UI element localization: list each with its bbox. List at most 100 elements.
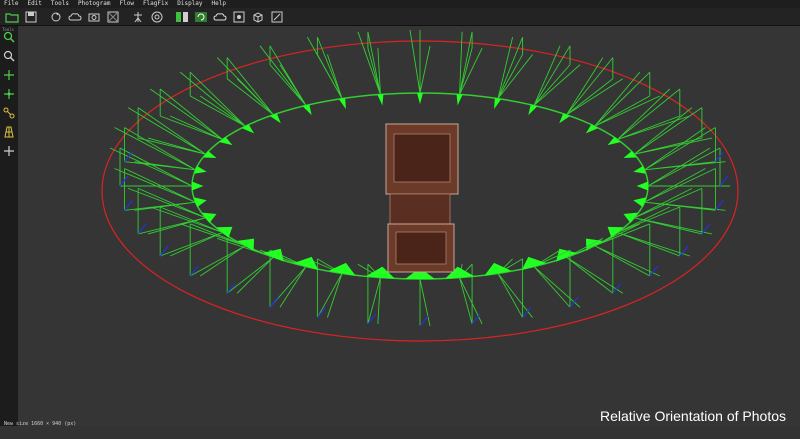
3d-viewport[interactable] — [18, 26, 800, 426]
camera-frustum — [114, 168, 196, 211]
camera-frame — [127, 187, 217, 235]
menu-file[interactable]: File — [4, 0, 18, 8]
camera-frustum — [179, 71, 246, 127]
grid-plane-button[interactable] — [1, 124, 17, 140]
camera-frustum — [259, 45, 307, 106]
camera-frame — [127, 107, 217, 159]
camera-frustum — [634, 187, 712, 235]
frame-button[interactable] — [105, 10, 121, 24]
align-button[interactable] — [174, 10, 190, 24]
save-button[interactable] — [23, 10, 39, 24]
move-button[interactable] — [1, 143, 17, 159]
move-icon — [4, 146, 14, 156]
camera-frustum — [149, 88, 223, 140]
main-toolbar — [0, 8, 800, 26]
export-cloud-icon — [233, 11, 245, 22]
camera-icon — [88, 13, 100, 21]
camera-axis — [612, 282, 622, 294]
link-nodes-icon — [3, 107, 15, 119]
cloud-icon — [68, 12, 82, 20]
menu-flow[interactable]: Flow — [119, 0, 133, 8]
camera-frame — [585, 71, 661, 134]
align-icon — [176, 11, 188, 22]
camera-arrow — [216, 226, 233, 238]
left-tool-panel: Tools — [0, 26, 18, 426]
caption-overlay: Relative Orientation of Photos — [600, 408, 786, 424]
camera-frustum — [566, 237, 624, 294]
cloud-outline-button[interactable] — [212, 10, 228, 24]
camera-arrow — [456, 94, 463, 106]
camera-frame — [179, 71, 255, 134]
status-text: New size 1660 × 940 (px) — [4, 421, 77, 427]
menu-help[interactable]: Help — [212, 0, 226, 8]
model-middle-shelf — [389, 193, 451, 225]
camera-frame — [528, 45, 581, 116]
measure-button[interactable] — [269, 10, 285, 24]
camera-arrow — [417, 93, 423, 105]
camera-frustum — [594, 71, 661, 127]
camera-arrow — [528, 104, 538, 116]
camera-frame — [180, 223, 255, 277]
camera-axis — [124, 151, 134, 163]
camera-axis — [269, 296, 279, 308]
camera-frustum — [180, 223, 246, 277]
crosshair-button[interactable] — [1, 67, 17, 83]
camera-frame — [444, 263, 483, 325]
camera-frustum — [357, 31, 381, 95]
open-folder-button[interactable] — [4, 10, 20, 24]
camera-rig-button[interactable] — [130, 10, 146, 24]
camera-frustum — [617, 88, 690, 140]
camera-frame — [607, 88, 690, 146]
camera-frustum — [217, 237, 274, 294]
link-nodes-button[interactable] — [1, 105, 17, 121]
crosshair-icon — [4, 70, 14, 80]
camera-frame — [405, 265, 435, 327]
camera-button[interactable] — [86, 10, 102, 24]
cloud-button[interactable] — [67, 10, 83, 24]
camera-frustum — [644, 168, 726, 211]
sync-button[interactable] — [48, 10, 64, 24]
export-cloud-button[interactable] — [231, 10, 247, 24]
camera-arrow — [494, 98, 502, 110]
camera-arrow — [633, 197, 647, 208]
camera-axis — [316, 307, 326, 318]
refresh-button[interactable] — [193, 10, 209, 24]
camera-orientation-scene[interactable] — [18, 26, 800, 426]
zoom-extent-button[interactable] — [1, 48, 17, 64]
camera-arrow — [521, 256, 547, 271]
measure-icon — [271, 11, 283, 22]
cloud-outline-icon — [213, 12, 227, 20]
camera-axis — [714, 151, 724, 163]
pick-point-button[interactable] — [1, 86, 17, 102]
camera-frustum — [647, 147, 730, 187]
refresh-green-icon — [195, 11, 207, 22]
menu-photogram[interactable]: Photogram — [78, 0, 111, 8]
camera-frame — [149, 88, 233, 146]
zoom-button[interactable] — [1, 29, 17, 45]
menu-flagfix[interactable]: FlagFix — [143, 0, 168, 8]
camera-axis — [719, 175, 729, 187]
save-icon — [25, 11, 37, 22]
camera-arrow — [302, 104, 312, 116]
target-button[interactable] — [149, 10, 165, 24]
menu-edit[interactable]: Edit — [27, 0, 41, 8]
target-icon — [151, 11, 163, 22]
view-cube-icon — [253, 11, 263, 23]
camera-frame — [521, 249, 581, 308]
camera-axis — [522, 307, 532, 318]
menu-display[interactable]: Display — [177, 0, 202, 8]
camera-frame — [585, 223, 661, 277]
camera-frame — [357, 263, 396, 325]
camera-frame — [607, 206, 690, 257]
menu-tools[interactable]: Tools — [51, 0, 69, 8]
camera-axis — [714, 199, 724, 211]
zoom-icon — [3, 31, 15, 43]
camera-axis — [189, 265, 199, 277]
camera-frustum — [594, 223, 661, 277]
camera-frustum — [109, 147, 193, 187]
camera-frustum — [459, 31, 483, 95]
camera-frustum — [127, 107, 207, 155]
camera-axis — [419, 315, 429, 327]
view-cube-button[interactable] — [250, 10, 266, 24]
camera-axis — [124, 199, 134, 211]
